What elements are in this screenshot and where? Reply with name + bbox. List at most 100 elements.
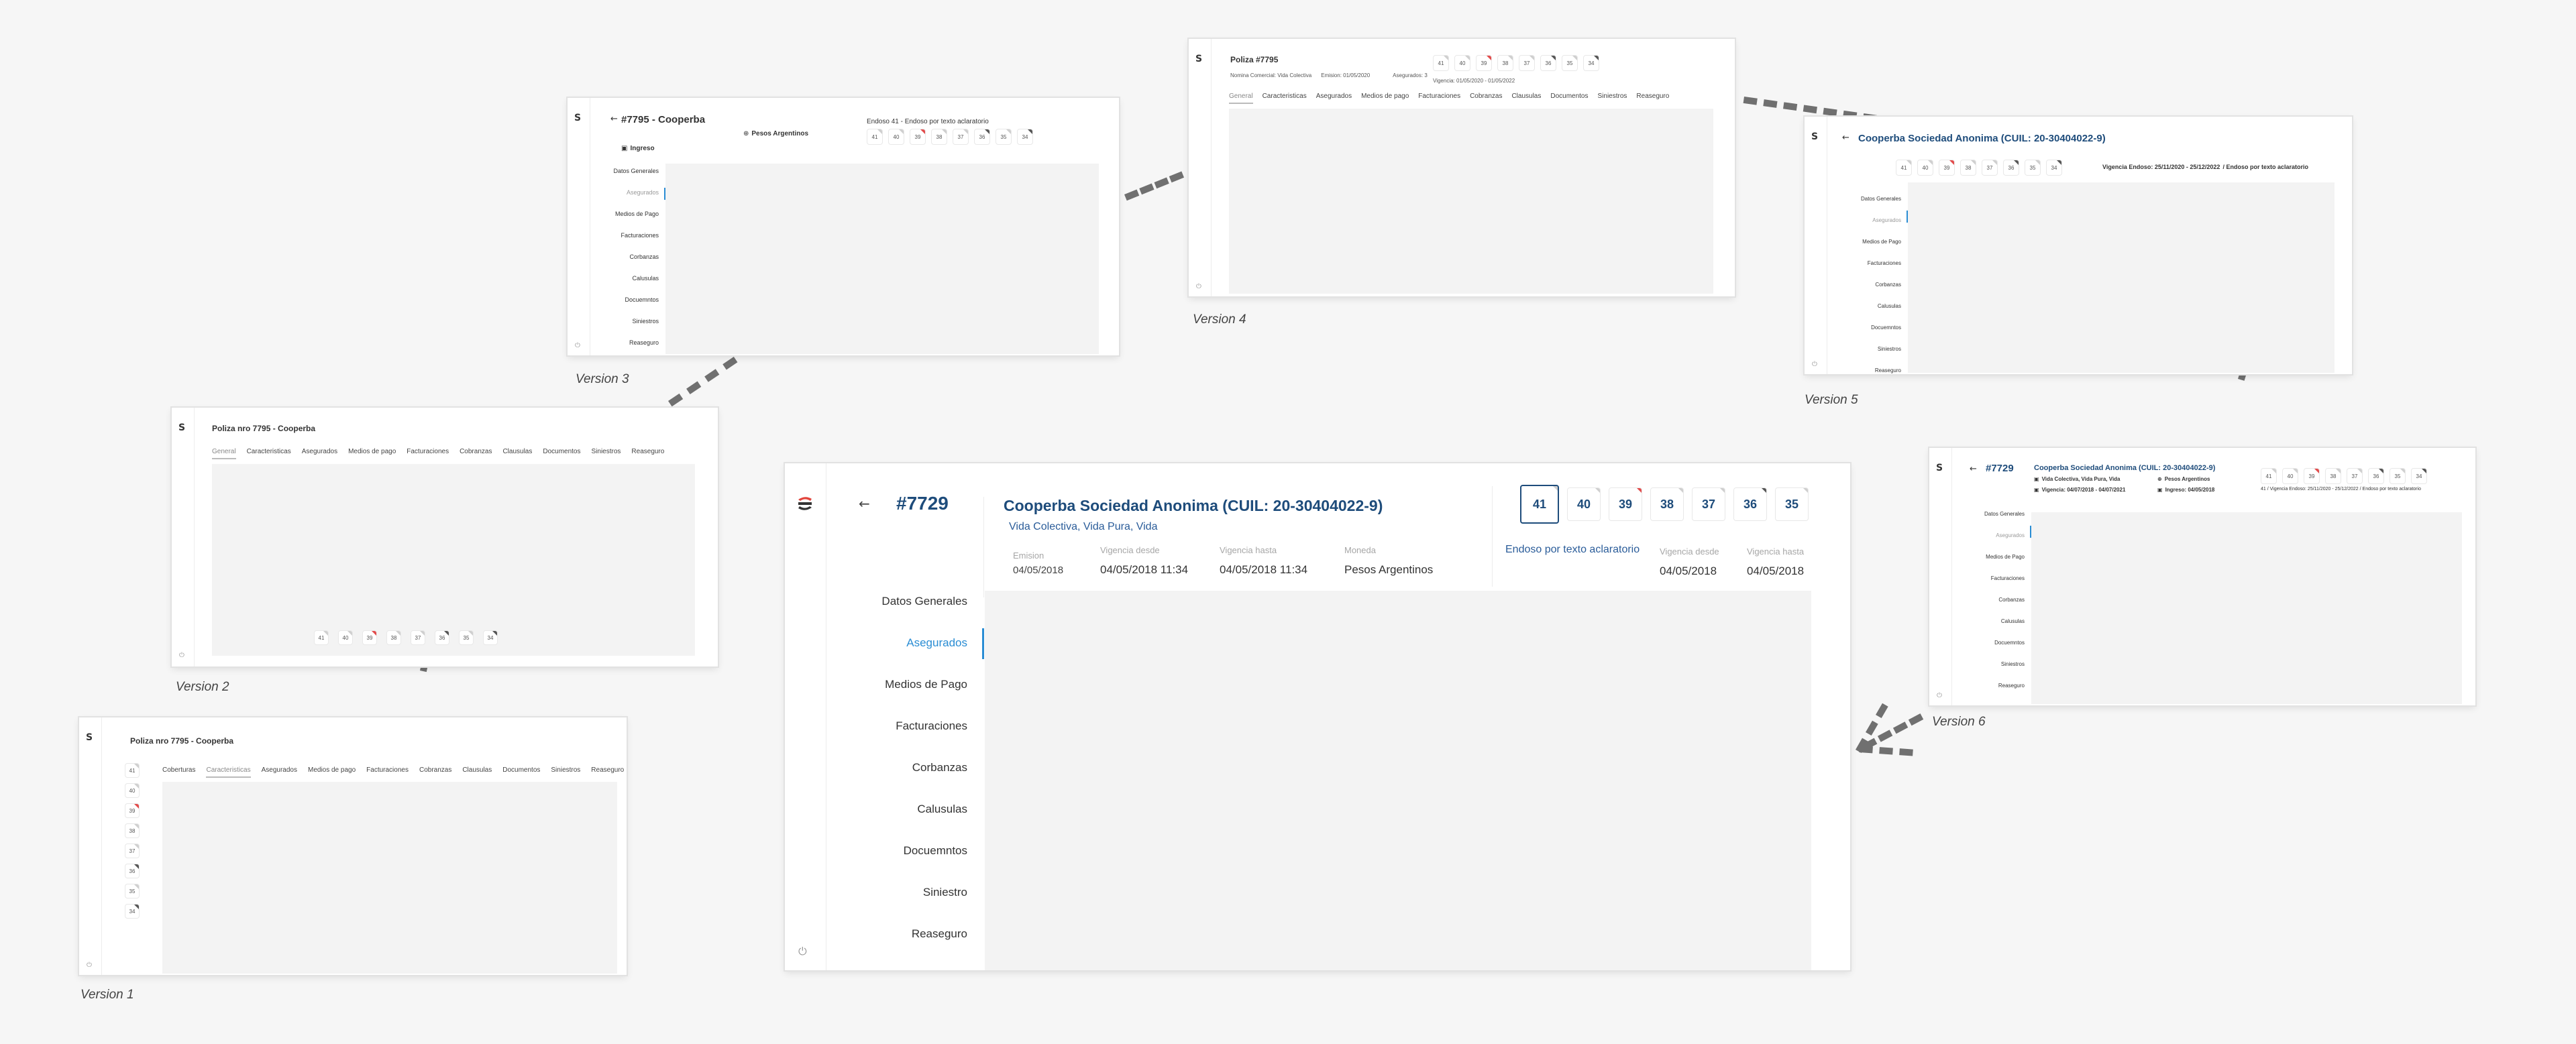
tab-cobranzas[interactable]: Cobranzas xyxy=(419,766,451,778)
sidebar-item-asegurados[interactable]: Asegurados xyxy=(525,189,659,196)
tab-reaseguro[interactable]: Reaseguro xyxy=(631,448,664,459)
sidebar-item-facturaciones[interactable]: Facturaciones xyxy=(525,232,659,239)
tab-medios-de-pago[interactable]: Medios de pago xyxy=(308,766,356,778)
endoso-chip[interactable]: 37 xyxy=(1692,487,1725,521)
power-icon[interactable]: ⏻ xyxy=(1196,283,1201,290)
endoso-chip[interactable]: 34 xyxy=(2411,468,2427,484)
tab-medios-de-pago[interactable]: Medios de pago xyxy=(348,448,396,459)
endoso-chip[interactable]: 34 xyxy=(2046,160,2062,176)
endoso-chip[interactable]: 36 xyxy=(435,630,449,645)
tab-clausulas[interactable]: Clausulas xyxy=(1511,93,1541,104)
endoso-chip[interactable]: 39 xyxy=(125,803,140,818)
sidebar-item-siniestro[interactable]: Siniestro xyxy=(833,886,967,899)
endoso-chip[interactable]: 40 xyxy=(888,129,904,145)
sidebar-item-datos-generales[interactable]: Datos Generales xyxy=(1890,511,2025,517)
sidebar-item-facturaciones[interactable]: Facturaciones xyxy=(1890,575,2025,581)
tab-documentos[interactable]: Documentos xyxy=(502,766,540,778)
tab-asegurados[interactable]: Asegurados xyxy=(1316,93,1352,104)
power-icon[interactable]: ⏻ xyxy=(179,652,184,659)
sidebar-item-corbanzas[interactable]: Corbanzas xyxy=(1767,282,1901,288)
tab-clausulas[interactable]: Clausulas xyxy=(462,766,492,778)
sidebar-item-docuemntos[interactable]: Docuemntos xyxy=(525,296,659,303)
endoso-chip[interactable]: 35 xyxy=(125,884,140,898)
power-icon[interactable]: ⏻ xyxy=(798,945,807,958)
endoso-chip[interactable]: 39 xyxy=(910,129,926,145)
tab-caracteristicas[interactable]: Caracteristicas xyxy=(1263,93,1307,104)
sidebar-item-docuemntos[interactable]: Docuemntos xyxy=(833,844,967,858)
endoso-chip[interactable]: 40 xyxy=(1917,160,1933,176)
endoso-chip[interactable]: 36 xyxy=(974,129,990,145)
endoso-chip[interactable]: 37 xyxy=(411,630,425,645)
sidebar-item-datos-generales[interactable]: Datos Generales xyxy=(833,595,967,608)
sidebar-item-reaseguro[interactable]: Reaseguro xyxy=(1767,367,1901,373)
power-icon[interactable]: ⏻ xyxy=(87,962,92,969)
endoso-chip[interactable]: 36 xyxy=(2003,160,2019,176)
endoso-chip[interactable]: 34 xyxy=(1583,55,1599,71)
sidebar-item-facturaciones[interactable]: Facturaciones xyxy=(1767,260,1901,266)
endoso-chip[interactable]: 39 xyxy=(2304,468,2320,484)
tab-siniestros[interactable]: Siniestros xyxy=(592,448,621,459)
endoso-chip[interactable]: 41 xyxy=(867,129,883,145)
sidebar-item-reaseguro[interactable]: Reaseguro xyxy=(525,339,659,346)
tab-siniestros[interactable]: Siniestros xyxy=(1598,93,1627,104)
endoso-chip[interactable]: 35 xyxy=(1562,55,1578,71)
endoso-chip[interactable]: 41 xyxy=(125,763,140,778)
endoso-chip[interactable]: 35 xyxy=(996,129,1012,145)
ramo-link[interactable]: Vida Colectiva, Vida Pura, Vida xyxy=(1009,521,1157,533)
sidebar-item-facturaciones[interactable]: Facturaciones xyxy=(833,719,967,733)
endoso-chip[interactable]: 39 xyxy=(362,630,377,645)
endoso-chip[interactable]: 38 xyxy=(1497,55,1513,71)
endoso-chip[interactable]: 37 xyxy=(1519,55,1535,71)
endoso-chip[interactable]: 39 xyxy=(1476,55,1492,71)
sidebar-item-corbanzas[interactable]: Corbanzas xyxy=(525,253,659,260)
back-arrow-icon[interactable]: ← xyxy=(1842,133,1849,143)
endoso-chip[interactable]: 37 xyxy=(1982,160,1998,176)
endoso-chip[interactable]: 35 xyxy=(459,630,474,645)
tab-reaseguro[interactable]: Reaseguro xyxy=(591,766,624,778)
endoso-chip[interactable]: 40 xyxy=(2282,468,2298,484)
sidebar-item-docuemntos[interactable]: Docuemntos xyxy=(1890,640,2025,646)
endoso-chip[interactable]: 41 xyxy=(1520,485,1559,524)
sidebar-item-reaseguro[interactable]: Reaseguro xyxy=(1890,683,2025,689)
power-icon[interactable]: ⏻ xyxy=(1937,692,1942,699)
endoso-chip[interactable]: 38 xyxy=(1650,487,1684,521)
sidebar-item-corbanzas[interactable]: Corbanzas xyxy=(1890,597,2025,603)
endoso-chip[interactable]: 36 xyxy=(1733,487,1767,521)
endoso-chip[interactable]: 39 xyxy=(1939,160,1955,176)
tab-reaseguro[interactable]: Reaseguro xyxy=(1636,93,1669,104)
tab-documentos[interactable]: Documentos xyxy=(543,448,580,459)
sidebar-item-medios-de-pago[interactable]: Medios de Pago xyxy=(833,678,967,691)
endoso-chip[interactable]: 38 xyxy=(125,823,140,838)
endoso-chip[interactable]: 37 xyxy=(953,129,969,145)
endoso-chip[interactable]: 41 xyxy=(2261,468,2277,484)
tab-caracteristicas[interactable]: Caracteristicas xyxy=(206,766,251,778)
endoso-type-link[interactable]: Endoso por texto aclaratorio xyxy=(1505,544,1640,556)
endoso-chip[interactable]: 40 xyxy=(338,630,353,645)
endoso-chip[interactable]: 35 xyxy=(1775,487,1809,521)
sidebar-item-asegurados[interactable]: Asegurados xyxy=(1890,532,2025,538)
tab-facturaciones[interactable]: Facturaciones xyxy=(407,448,449,459)
tab-facturaciones[interactable]: Facturaciones xyxy=(366,766,409,778)
sidebar-item-medios-de-pago[interactable]: Medios de Pago xyxy=(525,211,659,217)
endoso-chip[interactable]: 41 xyxy=(1433,55,1449,71)
endoso-chip[interactable]: 36 xyxy=(125,864,140,878)
sidebar-item-siniestros[interactable]: Siniestros xyxy=(525,318,659,325)
sidebar-item-calusulas[interactable]: Calusulas xyxy=(1767,303,1901,309)
endoso-chip[interactable]: 37 xyxy=(2347,468,2363,484)
back-arrow-icon[interactable]: ← xyxy=(610,114,618,124)
tab-cobranzas[interactable]: Cobranzas xyxy=(460,448,492,459)
endoso-chip[interactable]: 36 xyxy=(1540,55,1556,71)
endoso-chip[interactable]: 34 xyxy=(125,904,140,919)
tab-documentos[interactable]: Documentos xyxy=(1550,93,1588,104)
sidebar-item-calusulas[interactable]: Calusulas xyxy=(525,275,659,282)
tab-siniestros[interactable]: Siniestros xyxy=(551,766,580,778)
tab-asegurados[interactable]: Asegurados xyxy=(302,448,337,459)
endoso-chip[interactable]: 38 xyxy=(931,129,947,145)
sidebar-item-siniestros[interactable]: Siniestros xyxy=(1767,346,1901,352)
tab-medios-de-pago[interactable]: Medios de pago xyxy=(1361,93,1409,104)
endoso-chip[interactable]: 38 xyxy=(1960,160,1976,176)
endoso-chip[interactable]: 39 xyxy=(1609,487,1642,521)
sidebar-item-siniestros[interactable]: Siniestros xyxy=(1890,661,2025,667)
sidebar-item-calusulas[interactable]: Calusulas xyxy=(833,803,967,816)
endoso-chip[interactable]: 40 xyxy=(1454,55,1470,71)
